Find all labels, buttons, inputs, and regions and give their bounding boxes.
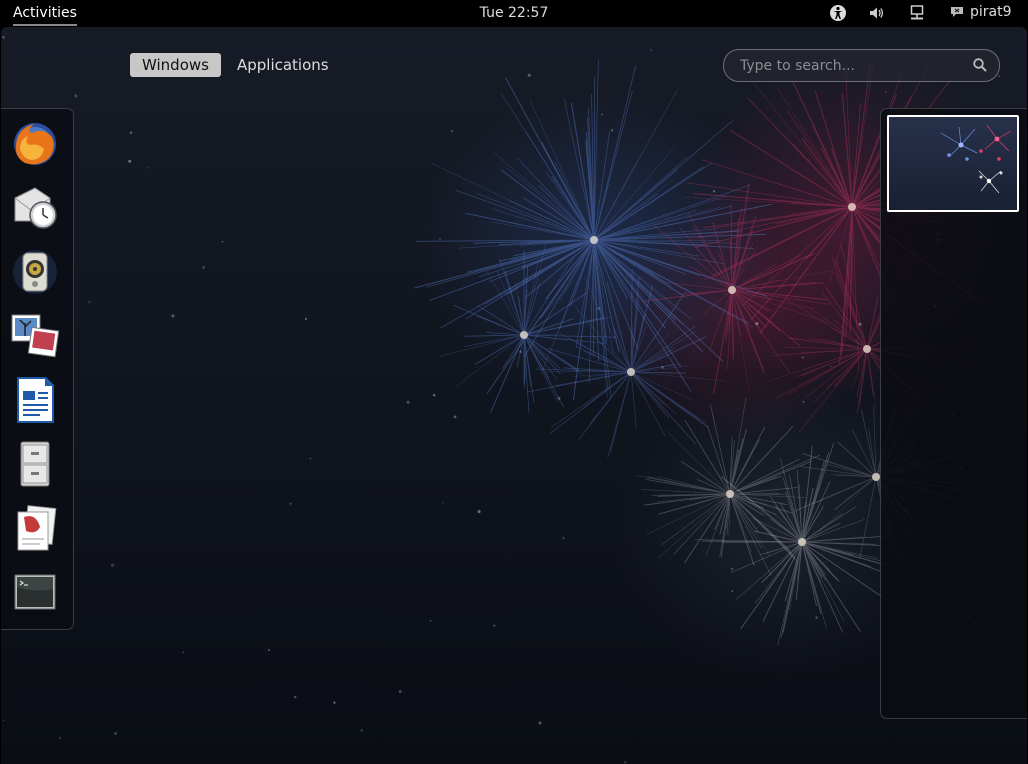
- username-label: pirat9: [970, 4, 1012, 20]
- search-input[interactable]: [738, 55, 962, 77]
- tab-windows[interactable]: Windows: [130, 53, 221, 77]
- firework-core: [848, 203, 856, 211]
- firework-burst: [642, 183, 830, 394]
- search-box[interactable]: [723, 49, 1000, 82]
- user-menu[interactable]: pirat9: [950, 4, 1012, 20]
- view-switcher: Windows Applications: [130, 53, 341, 77]
- rhythmbox-speaker-icon: [13, 250, 57, 294]
- dash-item-firefox[interactable]: [10, 119, 60, 169]
- activities-button[interactable]: Activities: [13, 5, 77, 26]
- firework-core: [520, 331, 528, 339]
- evolution-mail-clock-icon: [14, 187, 57, 229]
- star-field: [2, 35, 1027, 764]
- firework-core: [726, 490, 734, 498]
- documents-icon: [17, 505, 57, 551]
- dash-item-shotwell[interactable]: [10, 311, 60, 361]
- dash-item-rhythmbox[interactable]: [10, 247, 60, 297]
- terminal-icon: [14, 574, 56, 610]
- file-cabinet-icon: [20, 441, 50, 487]
- firework-core: [863, 345, 871, 353]
- firework-core: [590, 236, 598, 244]
- workspace-preview-wallpaper: [940, 124, 1012, 194]
- firework-core: [798, 538, 806, 546]
- shotwell-photos-icon: [11, 314, 60, 358]
- top-bar: Activities Tue 22:57 pirat9: [0, 0, 1028, 27]
- dash-item-writer[interactable]: [10, 375, 60, 425]
- search-icon[interactable]: [972, 57, 988, 73]
- firework-core: [872, 473, 880, 481]
- network-icon[interactable]: [908, 4, 926, 22]
- fireworks-wallpaper: [2, 35, 1027, 764]
- dash-item-files[interactable]: [10, 439, 60, 489]
- libreoffice-writer-icon: [17, 377, 54, 423]
- chat-status-icon: [951, 7, 963, 17]
- firework-burst: [635, 397, 821, 576]
- firework-core: [728, 286, 736, 294]
- dash: [1, 108, 74, 630]
- tab-applications[interactable]: Applications: [225, 53, 341, 77]
- volume-icon[interactable]: [868, 4, 886, 22]
- workspace-switcher: [880, 108, 1027, 719]
- dash-item-evolution[interactable]: [10, 183, 60, 233]
- dash-item-terminal[interactable]: [10, 567, 60, 617]
- firework-core: [627, 368, 635, 376]
- firework-burst: [414, 59, 772, 400]
- overview-stage: Windows Applications: [1, 27, 1027, 764]
- accessibility-icon[interactable]: [829, 4, 847, 22]
- dash-item-documents[interactable]: [10, 503, 60, 553]
- firefox-icon: [14, 123, 56, 165]
- workspace-thumbnail-1[interactable]: [887, 115, 1019, 212]
- clock[interactable]: Tue 22:57: [480, 5, 549, 21]
